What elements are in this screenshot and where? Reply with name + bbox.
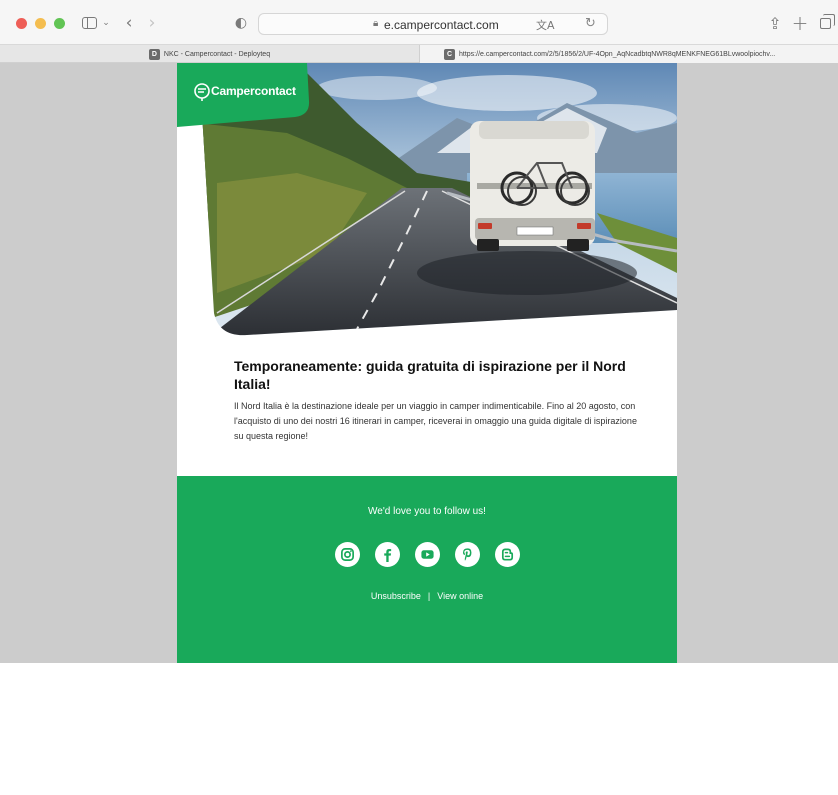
tab-campercontact-email[interactable]: C https://e.campercontact.com/2/5/1856/2… — [419, 45, 838, 63]
email-footer: We'd love you to follow us! Unsubscribe … — [177, 476, 677, 663]
sidebar-icon — [81, 17, 97, 29]
share-icon[interactable]: ⇪ — [768, 12, 782, 34]
back-button[interactable]: ‹ — [122, 12, 136, 34]
reload-icon[interactable]: ↻ — [585, 16, 596, 31]
minimize-window-button[interactable] — [35, 18, 46, 29]
new-tab-button[interactable]: + — [792, 11, 809, 35]
sidebar-toggle-button[interactable] — [80, 12, 98, 34]
page-viewport: Campercontact Temporaneamente: guida gra… — [0, 63, 838, 795]
footer-link-separator: | — [427, 591, 431, 601]
translate-icon[interactable]: 文A — [536, 17, 555, 33]
zoom-window-button[interactable] — [54, 18, 65, 29]
tab-overview-icon — [819, 13, 835, 29]
tab-label: https://e.campercontact.com/2/5/1856/2/U… — [459, 50, 776, 58]
close-window-button[interactable] — [16, 18, 27, 29]
unsubscribe-link[interactable]: Unsubscribe — [371, 591, 421, 601]
article-body: Il Nord Italia è la destinazione ideale … — [234, 401, 637, 441]
tab-bar: D NKC - Campercontact - Deployteq C http… — [0, 44, 838, 63]
brand-logo[interactable]: Campercontact — [211, 84, 296, 98]
url-host: e.campercontact.com — [384, 18, 499, 32]
tab-overview-button[interactable] — [818, 12, 835, 34]
facebook-icon[interactable] — [374, 542, 400, 567]
footer-links: Unsubscribe | View online — [177, 591, 677, 601]
pinterest-icon[interactable] — [454, 542, 480, 567]
tab-deployteq[interactable]: D NKC - Campercontact - Deployteq — [0, 45, 419, 63]
favicon: C — [444, 48, 455, 60]
hero-image — [177, 63, 677, 336]
article-title: Temporaneamente: guida gratuita di ispir… — [234, 358, 626, 392]
favicon: D — [148, 48, 160, 60]
follow-text: We'd love you to follow us! — [368, 506, 486, 517]
view-online-link[interactable]: View online — [437, 591, 483, 601]
instagram-icon[interactable] — [334, 542, 360, 567]
social-links — [177, 542, 677, 567]
privacy-shield-icon[interactable]: ◐ — [234, 12, 248, 34]
email-container: Campercontact Temporaneamente: guida gra… — [177, 63, 677, 663]
youtube-icon[interactable] — [414, 542, 440, 567]
lock-icon: 🔒︎ — [373, 18, 379, 29]
forward-button[interactable]: › — [145, 12, 159, 34]
address-bar[interactable]: 🔒︎ e.campercontact.com 文A ↻ — [258, 13, 608, 35]
browser-toolbar: ⌄ ‹ › ◐ 🔒︎ e.campercontact.com 文A ↻ ⇪ + — [0, 0, 838, 44]
blogger-icon[interactable] — [494, 542, 520, 567]
tab-label: NKC - Campercontact - Deployteq — [163, 50, 271, 58]
chevron-down-icon[interactable]: ⌄ — [100, 12, 112, 34]
